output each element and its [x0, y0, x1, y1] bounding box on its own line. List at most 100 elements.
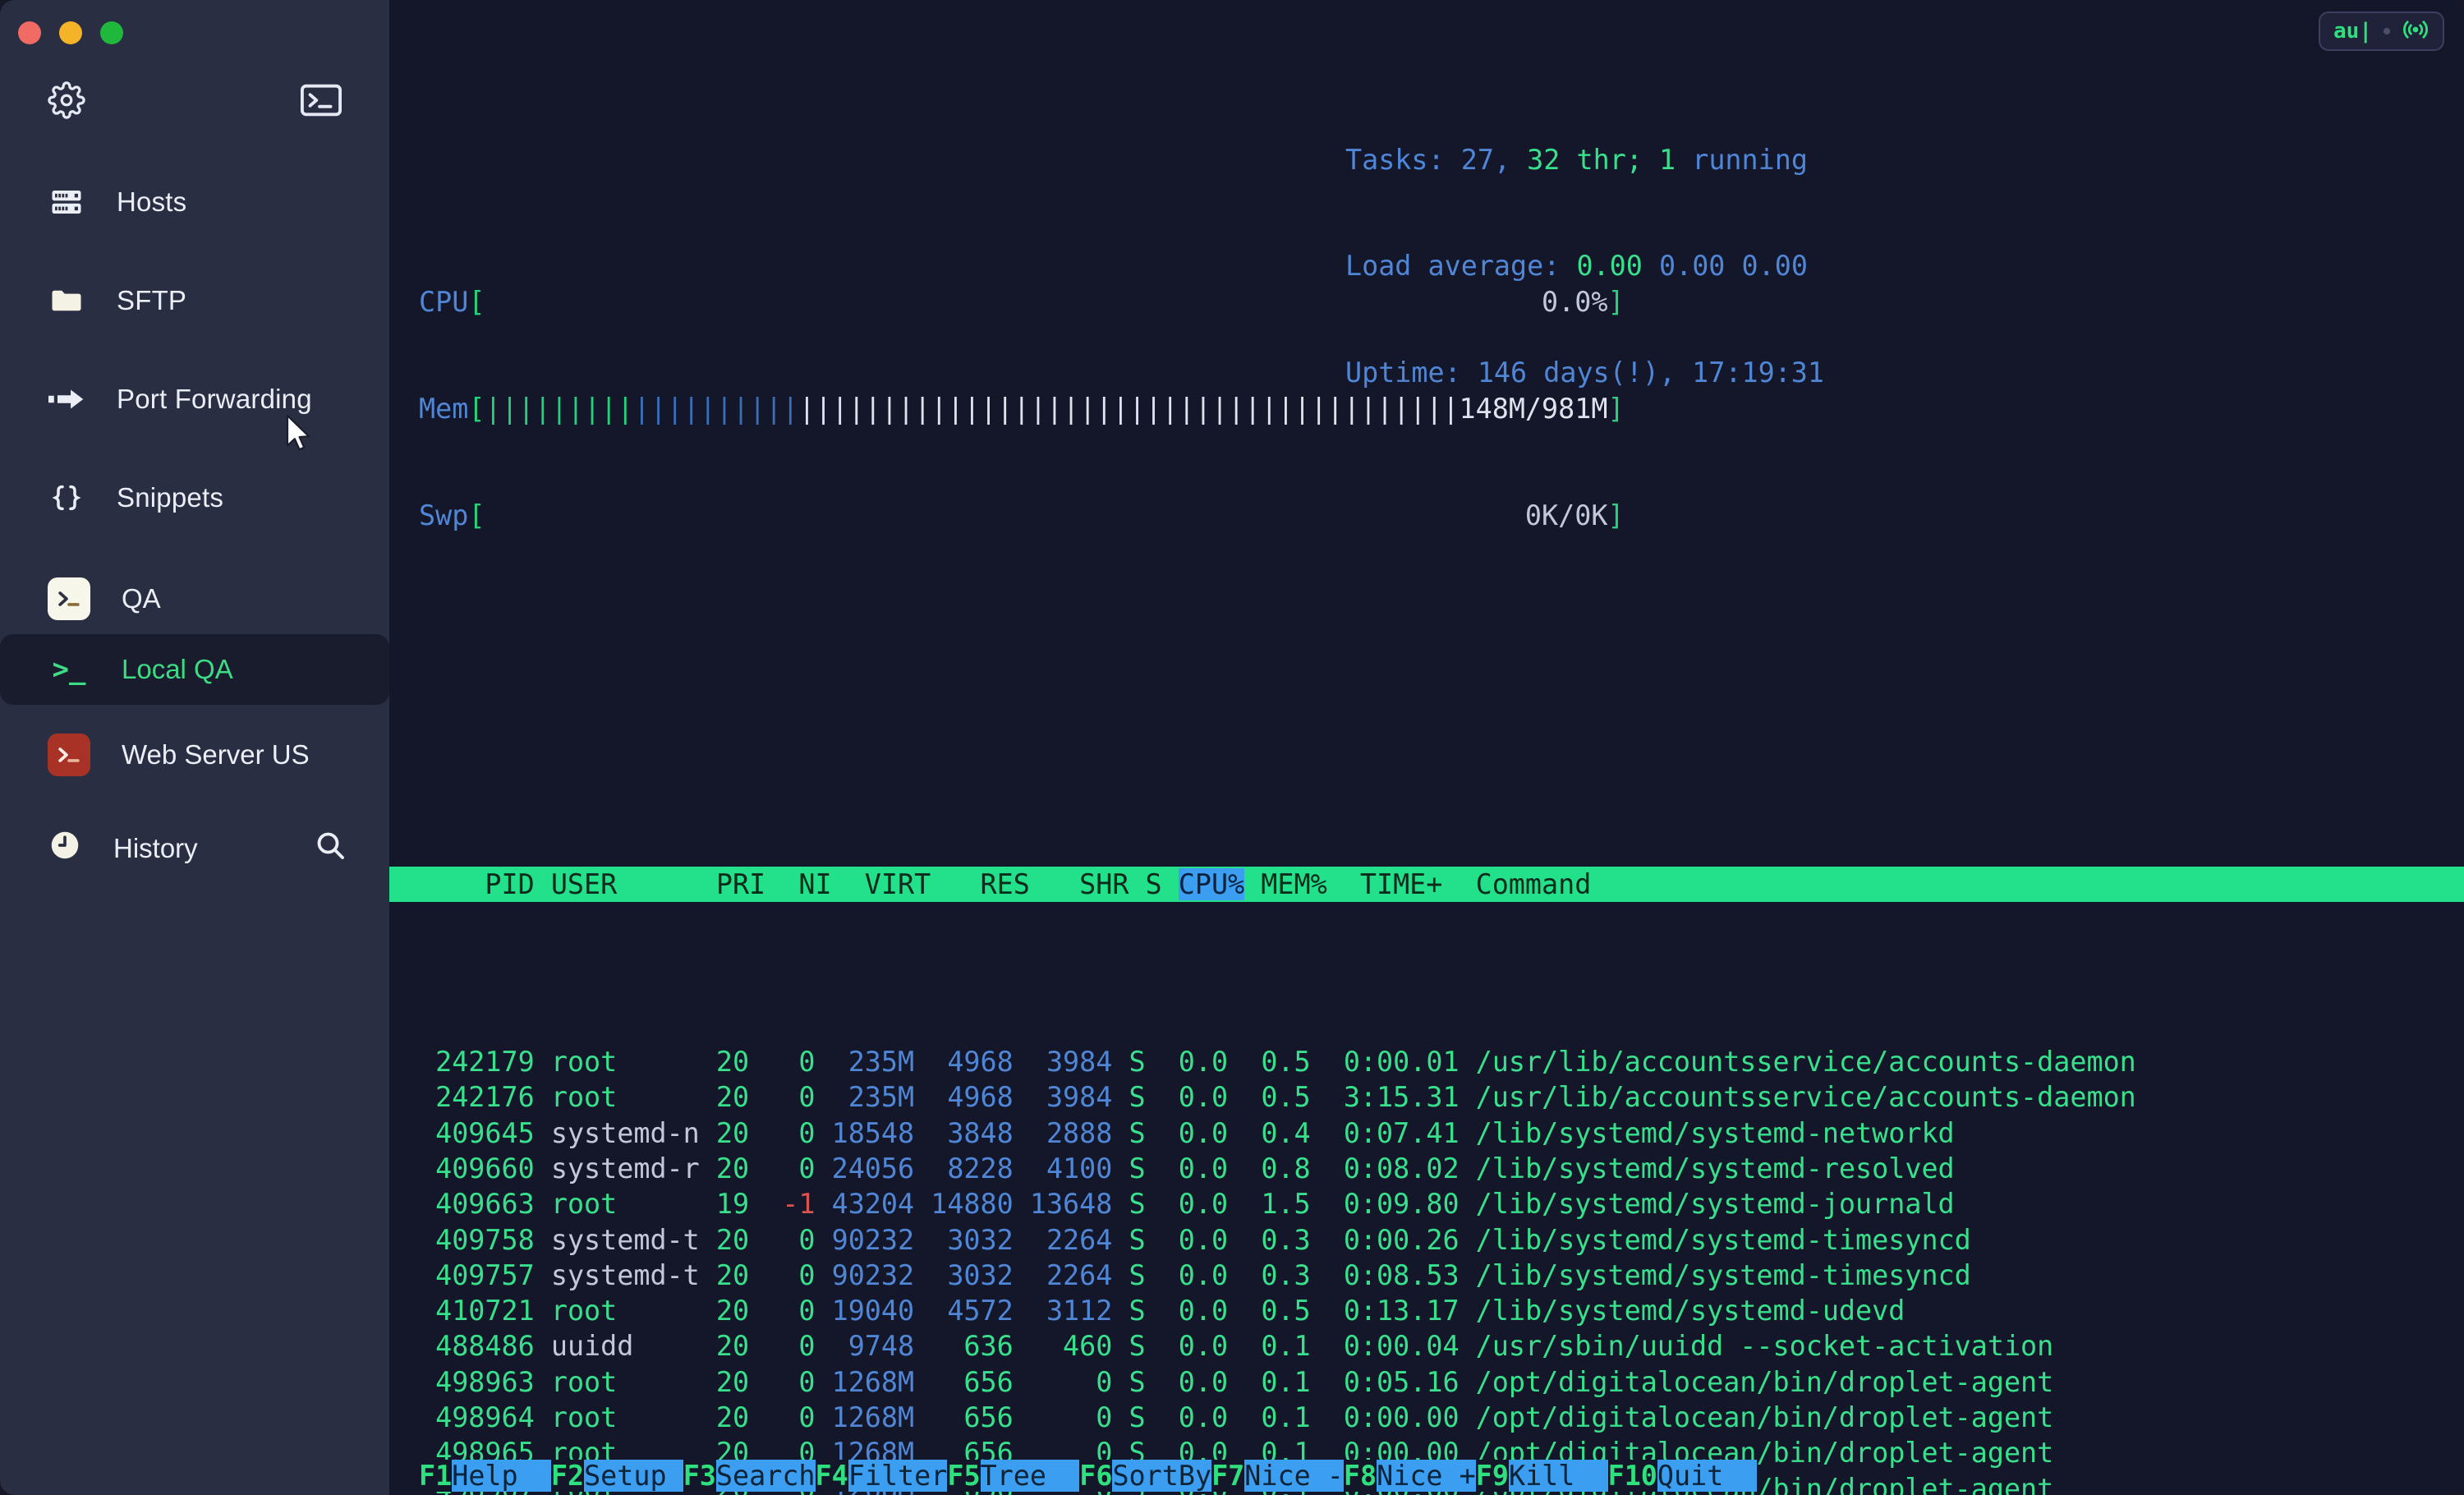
cell-state: S [1112, 1046, 1146, 1079]
sidebar-nav: Hosts SFTP Port Forwarding Snippets QA >… [0, 168, 389, 884]
sidebar-item-hosts[interactable]: Hosts [0, 168, 389, 237]
function-key-label-f7[interactable]: Nice - [1244, 1460, 1344, 1492]
cell-command: /usr/lib/accountsservice/accounts-daemon [1459, 1046, 2136, 1079]
cell-state: S [1112, 1258, 1146, 1291]
process-table-header[interactable]: PID USER PRI NI VIRT RES SHR S CPU% MEM%… [389, 866, 2464, 902]
function-key-label-f4[interactable]: Filter [848, 1460, 948, 1492]
function-key-label-f8[interactable]: Nice + [1377, 1460, 1476, 1492]
maximize-button[interactable] [100, 21, 123, 44]
sidebar-item-sftp[interactable]: SFTP [0, 266, 389, 335]
cell-cpu: 0.0 [1145, 1223, 1229, 1256]
function-key-label-f2[interactable]: Setup [584, 1460, 683, 1492]
cell-command: /lib/systemd/systemd-timesyncd [1459, 1223, 1971, 1256]
function-key-label-f6[interactable]: SortBy [1112, 1460, 1212, 1492]
settings-gear-icon[interactable] [48, 81, 85, 119]
function-key-label-f9[interactable]: Kill [1508, 1460, 1608, 1492]
table-row[interactable]: 498964 root 20 0 1268M 656 0 S 0.0 0.1 0… [419, 1400, 2464, 1435]
uptime-value: 146 days(!), 17:19:31 [1477, 356, 1824, 389]
cell-shr: 4100 [1013, 1152, 1113, 1184]
sidebar-item-snippets[interactable]: Snippets [0, 463, 389, 532]
app-window: Hosts SFTP Port Forwarding Snippets QA >… [0, 0, 2464, 1495]
table-row[interactable]: 498963 root 20 0 1268M 656 0 S 0.0 0.1 0… [419, 1364, 2464, 1400]
cell-cpu: 0.0 [1145, 1365, 1229, 1398]
mem-meter-label: Mem [419, 392, 469, 425]
cell-time: 3:15.31 [1310, 1081, 1460, 1114]
function-key-f3[interactable]: F3 [683, 1460, 716, 1492]
cell-time: 0:13.17 [1310, 1295, 1460, 1327]
cell-res: 3848 [914, 1116, 1014, 1149]
status-badge-text: au| [2333, 19, 2372, 44]
cell-pri: 20 [699, 1330, 750, 1363]
cell-mem: 0.1 [1228, 1401, 1311, 1433]
cell-user: root [534, 1081, 700, 1114]
cell-virt: 24056 [815, 1152, 915, 1184]
table-row[interactable]: 409757 systemd-t 20 0 90232 3032 2264 S … [419, 1258, 2464, 1293]
cell-shr: 2264 [1013, 1258, 1113, 1291]
cell-res: 3032 [914, 1258, 1014, 1291]
function-key-f7[interactable]: F7 [1211, 1460, 1245, 1492]
function-key-label-f5[interactable]: Tree [980, 1460, 1080, 1492]
tasks-line: Tasks: 27, 32 thr; 1 running [1345, 142, 1824, 177]
terminal-icon: >_ [52, 653, 86, 686]
function-key-f4[interactable]: F4 [815, 1460, 848, 1492]
table-row[interactable]: 242179 root 20 0 235M 4968 3984 S 0.0 0.… [419, 1044, 2464, 1079]
sidebar-item-history[interactable]: History [0, 813, 389, 884]
session-item-local-qa[interactable]: >_ Local QA [0, 634, 389, 705]
table-row[interactable]: 409758 systemd-t 20 0 90232 3032 2264 S … [419, 1222, 2464, 1258]
cell-time: 0:07.41 [1310, 1116, 1460, 1149]
function-key-f10[interactable]: F10 [1607, 1460, 1657, 1492]
load-1min: 0.00 [1576, 250, 1643, 283]
process-table[interactable]: 242179 root 20 0 235M 4968 3984 S 0.0 0.… [389, 1044, 2464, 1495]
minimize-button[interactable] [59, 21, 82, 44]
table-row[interactable]: 409663 root 19 -1 43204 14880 13648 S 0.… [419, 1186, 2464, 1221]
badge-separator-dot [2384, 28, 2390, 34]
cell-time: 0:08.53 [1310, 1258, 1460, 1291]
cell-virt: 18548 [815, 1116, 915, 1149]
function-key-label-f10[interactable]: Quit [1657, 1460, 1757, 1492]
clock-icon [48, 828, 82, 869]
close-button[interactable] [18, 21, 41, 44]
cell-shr: 0 [1013, 1365, 1113, 1398]
header-column-cpu[interactable]: CPU% [1178, 867, 1245, 900]
cell-cpu: 0.0 [1145, 1081, 1229, 1114]
session-item-label: Local QA [122, 654, 233, 684]
cell-cpu: 0.0 [1145, 1258, 1229, 1291]
cell-user: root [534, 1046, 700, 1079]
cell-res: 636 [914, 1330, 1014, 1363]
function-key-f1[interactable]: F1 [419, 1460, 453, 1492]
cell-pid: 410721 [419, 1295, 535, 1327]
table-row[interactable]: 488486 uuidd 20 0 9748 636 460 S 0.0 0.1… [419, 1328, 2464, 1364]
cell-state: S [1112, 1188, 1146, 1221]
cell-ni: 0 [749, 1046, 816, 1079]
cell-pri: 20 [699, 1116, 750, 1149]
function-key-f5[interactable]: F5 [947, 1460, 981, 1492]
table-row[interactable]: 409645 systemd-n 20 0 18548 3848 2888 S … [419, 1116, 2464, 1151]
function-key-f9[interactable]: F9 [1475, 1460, 1509, 1492]
table-row[interactable]: 409660 systemd-r 20 0 24056 8228 4100 S … [419, 1151, 2464, 1186]
sidebar-item-port-forwarding[interactable]: Port Forwarding [0, 365, 389, 434]
terminal-pane[interactable]: au| CPU[0.0%] Mem[|||||||||||||||||||||… [389, 0, 2464, 1495]
htop-output: CPU[ 0.0%] Mem[|||||||||||||||||||||||||… [389, 0, 2464, 1495]
table-row[interactable]: 242176 root 20 0 235M 4968 3984 S 0.0 0.… [419, 1079, 2464, 1115]
session-item-qa[interactable]: QA [0, 564, 389, 634]
cell-cpu: 0.0 [1145, 1116, 1229, 1149]
search-icon[interactable] [314, 829, 347, 868]
sidebar-item-label: History [113, 833, 198, 863]
cell-time: 0:00.00 [1310, 1401, 1460, 1433]
function-key-label-f3[interactable]: Search [715, 1460, 816, 1492]
session-item-web-server-us[interactable]: Web Server US [0, 720, 389, 790]
status-badge: au| [2319, 12, 2444, 51]
session-item-label: Web Server US [122, 739, 310, 770]
header-column-mem[interactable]: MEM% [1244, 868, 1326, 900]
function-key-f2[interactable]: F2 [550, 1460, 585, 1492]
cell-user: systemd-n [534, 1116, 700, 1149]
cell-user: root [534, 1188, 700, 1221]
cell-pri: 20 [699, 1401, 750, 1433]
new-terminal-icon[interactable] [301, 83, 342, 117]
function-key-f6[interactable]: F6 [1079, 1460, 1113, 1492]
cell-pri: 20 [699, 1152, 750, 1184]
function-key-label-f1[interactable]: Help [452, 1460, 551, 1492]
function-key-bar[interactable]: F1Help F2Setup F3SearchF4FilterF5Tree F6… [389, 1457, 2464, 1495]
function-key-f8[interactable]: F8 [1343, 1460, 1377, 1492]
table-row[interactable]: 410721 root 20 0 19040 4572 3112 S 0.0 0… [419, 1293, 2464, 1328]
